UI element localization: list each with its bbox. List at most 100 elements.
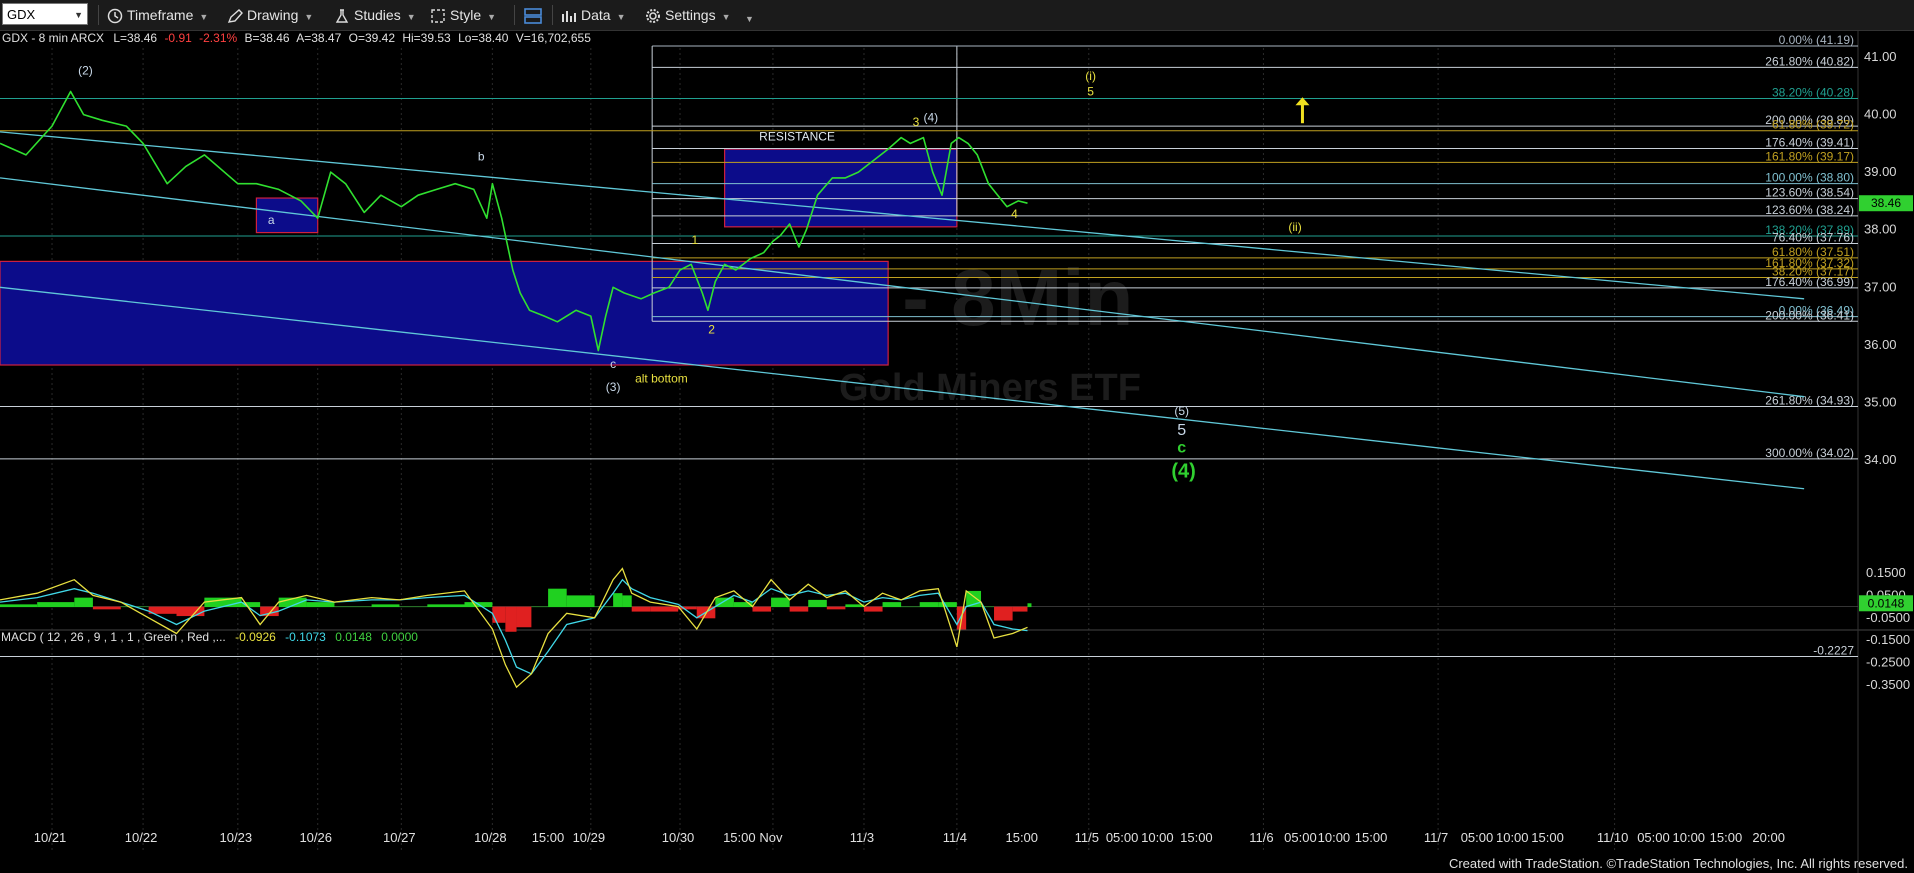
wave-label: (ii) — [1288, 220, 1301, 234]
wave-label: 1 — [692, 233, 699, 247]
studies-button[interactable]: Studies ▼ — [334, 4, 416, 26]
time-tick-label: 11/7 — [1424, 830, 1448, 845]
time-tick-label: 11/6 — [1249, 830, 1273, 845]
time-tick-label: 10/21 — [34, 830, 67, 845]
time-tick-label: 10/30 — [662, 830, 695, 845]
macd-hist-bar — [938, 602, 957, 608]
macd-hist-bar — [1012, 606, 1028, 612]
wave-label: c — [1177, 440, 1186, 457]
macd-hist-bar — [371, 604, 400, 608]
time-tick-label: 15:00 — [1005, 830, 1038, 845]
time-tick-label: 15:00 — [1531, 830, 1564, 845]
time-tick-label: 10:00 — [1141, 830, 1174, 845]
macd-hist-bar — [92, 606, 121, 610]
wave-label: 5 — [1087, 85, 1094, 99]
toolbar-divider — [514, 5, 515, 25]
macd-header: MACD ( 12 , 26 , 9 , 1 , 1 , Green , Red… — [1, 630, 418, 644]
pencil-icon — [227, 9, 243, 24]
macd-hist-value: 0.0148 — [335, 630, 372, 644]
layout-button[interactable] — [524, 4, 546, 26]
wave-label: a — [268, 213, 275, 227]
data-label: Data — [581, 7, 611, 23]
macd-hist-bar — [176, 606, 205, 617]
chevron-down-icon: ▼ — [487, 12, 497, 22]
wave-label: (3) — [606, 380, 621, 394]
wave-label: (5) — [1174, 404, 1189, 418]
fib-level-label: 100.00% (38.80) — [1765, 171, 1854, 185]
more-caret-icon[interactable]: ▼ — [745, 8, 754, 30]
time-tick-label: 15:00 — [1710, 830, 1743, 845]
watermark-subtitle: Gold Miners ETF — [839, 367, 1141, 409]
time-tick-label: 15:00 — [1180, 830, 1213, 845]
time-tick-label: 05:00 — [1461, 830, 1494, 845]
net-change: -0.91 — [164, 31, 192, 45]
time-axis: 10/21 10/22 10/23 10/26 10/27 10/28 15:00 10/29… — [34, 830, 1785, 845]
flask-icon — [335, 9, 349, 23]
time-tick-label: 11/10 — [1597, 830, 1629, 845]
credit-footer: Created with TradeStation. ©TradeStation… — [1448, 856, 1908, 871]
time-tick-label: 10/28 — [474, 830, 507, 845]
wave-label: (i) — [1085, 69, 1096, 83]
time-tick-label: 11/4 — [943, 830, 967, 845]
wave-label: 5 — [1177, 422, 1186, 439]
macd-hist-bar — [516, 606, 532, 628]
chevron-down-icon: ▼ — [616, 12, 626, 22]
macd-label: MACD ( 12 , 26 , 9 , 1 , 1 , Green , Red… — [1, 630, 226, 644]
wave-label: (4) — [1171, 460, 1195, 482]
time-tick-label: 15:00 — [532, 830, 565, 845]
macd-hist-bar — [548, 588, 567, 608]
wave-label: (2) — [78, 63, 93, 77]
macd-hist-bar — [901, 606, 920, 608]
settings-button[interactable]: Settings ▼ — [645, 4, 731, 26]
time-tick-label: 05:00 — [1106, 830, 1139, 845]
price-tick-label: 34.00 — [1864, 452, 1897, 467]
wave-label: 3 — [913, 115, 920, 129]
macd-hist-bar — [306, 602, 335, 608]
fib-level-label: 161.80% (39.17) — [1765, 149, 1854, 163]
style-button[interactable]: Style ▼ — [430, 4, 496, 26]
macd-hist-bar — [613, 593, 623, 608]
wave-label: 4 — [1011, 207, 1018, 221]
macd-tick-label: -0.3500 — [1866, 677, 1910, 692]
data-button[interactable]: Data ▼ — [561, 4, 626, 26]
time-tick-label: Nov — [759, 830, 783, 845]
price-axis: 41.00 40.00 39.00 38.00 37.00 36.00 35.00 34.00… — [1859, 49, 1913, 467]
wave-label: b — [478, 150, 485, 164]
toolbar-divider — [552, 5, 553, 25]
macd-hist-bar — [0, 604, 38, 608]
macd-hist-bar — [882, 602, 902, 608]
fib-level-label: 0.00% (41.19) — [1779, 33, 1854, 47]
fib-level-label: 38.20% (40.28) — [1772, 85, 1854, 99]
studies-label: Studies — [354, 7, 401, 23]
drawing-button[interactable]: Drawing ▼ — [227, 4, 313, 26]
wave-label: c — [610, 357, 616, 371]
macd-zero-value: 0.0000 — [381, 630, 418, 644]
time-tick-label: 10/22 — [125, 830, 158, 845]
macd-hist-bar — [399, 606, 428, 608]
chevron-down-icon: ▼ — [74, 10, 83, 20]
timeframe-button[interactable]: Timeframe ▼ — [107, 4, 208, 26]
fib-level-label: 261.80% (40.82) — [1765, 54, 1854, 68]
macd-hist-bar — [594, 606, 614, 608]
toolbar-divider — [98, 5, 99, 25]
wave-label: 2 — [708, 322, 715, 336]
chevron-down-icon: ▼ — [304, 12, 314, 22]
time-tick-label: 05:00 — [1637, 830, 1670, 845]
macd-tick-label: -0.2500 — [1866, 655, 1910, 670]
price-tick-label: 37.00 — [1864, 279, 1897, 294]
time-tick-label: 15:00 — [1355, 830, 1388, 845]
wave-label: alt bottom — [635, 371, 688, 385]
settings-label: Settings — [665, 7, 716, 23]
macd-ref-label: -0.2227 — [1813, 643, 1854, 657]
macd-hist-bar — [334, 606, 372, 608]
symbol-selector[interactable]: GDX ▼ — [2, 3, 88, 25]
chart[interactable]: GDX - 8MinGold Miners ETF 0.00% (41.19)2… — [0, 30, 1914, 873]
layout-icon — [524, 8, 542, 25]
time-tick-label: 15:00 — [723, 830, 756, 845]
chart-title: GDX - 8 min ARCX — [2, 31, 104, 45]
open-price: O=39.42 — [349, 31, 396, 45]
box-support — [0, 260, 889, 366]
price-tick-label: 38.00 — [1864, 222, 1897, 237]
macd-hist-bar — [37, 602, 75, 608]
macd-hist-bar — [752, 606, 772, 612]
